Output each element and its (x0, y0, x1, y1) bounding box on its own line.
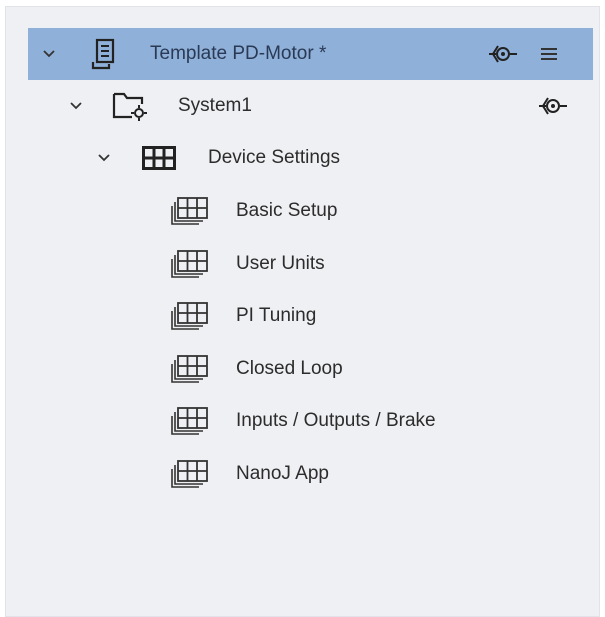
grid-icon (142, 145, 176, 171)
table-stack-icon (169, 405, 211, 439)
table-stack-icon (169, 195, 211, 229)
tree-item-inputs-outputs-brake[interactable]: Inputs / Outputs / Brake (28, 395, 593, 447)
chevron-down-icon[interactable] (42, 47, 56, 61)
folder-settings-icon (112, 90, 148, 122)
tree-item-label: PI Tuning (236, 305, 317, 326)
tree-item-nanoj-app[interactable]: NanoJ App (28, 448, 593, 500)
table-stack-icon (169, 248, 211, 282)
connect-icon[interactable] (538, 94, 568, 118)
project-tree-panel: Template PD-Motor * System1 Device Setti… (5, 6, 600, 617)
tree-item-label: User Units (236, 253, 325, 274)
connect-icon[interactable] (488, 42, 518, 66)
tree-item-user-units[interactable]: User Units (28, 238, 593, 290)
tree-item-label: Inputs / Outputs / Brake (236, 410, 436, 431)
tree-system-label: System1 (178, 95, 252, 116)
menu-icon[interactable] (538, 43, 560, 65)
tree-item-label: Closed Loop (236, 358, 343, 379)
document-icon (88, 37, 120, 71)
tree-item-closed-loop[interactable]: Closed Loop (28, 343, 593, 395)
tree-item-basic-setup[interactable]: Basic Setup (28, 185, 593, 237)
tree-row-system1[interactable]: System1 (28, 80, 593, 132)
tree-row-device-settings[interactable]: Device Settings (28, 132, 593, 184)
tree-row-template[interactable]: Template PD-Motor * (28, 28, 593, 80)
tree-root-label: Template PD-Motor * (150, 43, 327, 64)
table-stack-icon (169, 458, 211, 492)
tree-item-label: Basic Setup (236, 200, 338, 221)
table-stack-icon (169, 300, 211, 334)
tree-item-pi-tuning[interactable]: PI Tuning (28, 290, 593, 342)
table-stack-icon (169, 353, 211, 387)
chevron-down-icon[interactable] (97, 151, 111, 165)
tree-item-label: NanoJ App (236, 463, 329, 484)
chevron-down-icon[interactable] (69, 99, 83, 113)
tree-device-settings-label: Device Settings (208, 147, 341, 168)
